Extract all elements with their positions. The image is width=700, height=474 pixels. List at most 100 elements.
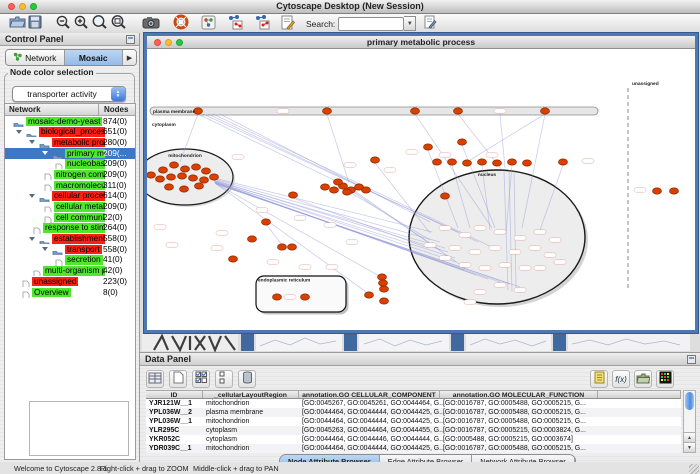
graph-node[interactable] bbox=[210, 174, 219, 180]
graph-node[interactable] bbox=[334, 179, 343, 185]
graph-node[interactable] bbox=[670, 188, 679, 194]
tree-row[interactable]: secretion41(0) bbox=[5, 255, 135, 266]
table-cell[interactable]: [GO:0016787, GO:0005488, GO:0005215, G..… bbox=[440, 408, 623, 417]
open-session-button[interactable] bbox=[8, 15, 27, 32]
graph-node[interactable] bbox=[380, 286, 389, 292]
graph-node[interactable] bbox=[454, 108, 463, 114]
notes-button[interactable] bbox=[590, 370, 608, 388]
network-view-titlebar[interactable]: primary metabolic process bbox=[147, 36, 695, 49]
graph-node[interactable] bbox=[195, 183, 204, 189]
table-scrollbar[interactable]: ▲ ▼ bbox=[683, 390, 696, 453]
table-cell[interactable]: [GO:0016787, GO:0005215, GO:0003824, G..… bbox=[440, 426, 623, 435]
graph-node[interactable] bbox=[289, 192, 298, 198]
graph-node[interactable] bbox=[189, 175, 198, 181]
tree-row[interactable]: transport558(0) bbox=[5, 244, 135, 255]
table-column-header[interactable]: _cellularLayoutRegion bbox=[203, 390, 299, 399]
graph-node[interactable] bbox=[371, 157, 380, 163]
tree-row[interactable]: macromolecule311(0) bbox=[5, 180, 135, 191]
new-attribute-button[interactable] bbox=[169, 370, 187, 388]
delete-attribute-button[interactable] bbox=[238, 370, 256, 388]
import-attributes-button[interactable] bbox=[252, 15, 271, 32]
table-cell[interactable]: cytoplasm bbox=[203, 426, 299, 435]
graph-node[interactable] bbox=[448, 159, 457, 165]
graph-node[interactable] bbox=[262, 219, 271, 225]
scrollbar-thumb[interactable] bbox=[685, 392, 694, 410]
tree-row[interactable]: establishment of lo558(0) bbox=[5, 234, 135, 245]
table-row[interactable]: YLR295Ccytoplasm[GO:0045263, GO:0044464,… bbox=[146, 426, 681, 435]
graph-node[interactable] bbox=[180, 186, 189, 192]
tree-row[interactable]: biological_process651(0) bbox=[5, 127, 135, 138]
snapshot-button[interactable] bbox=[141, 15, 161, 32]
table-row[interactable]: YPL036W__1mitochondrion[GO:0044464, GO:0… bbox=[146, 417, 681, 426]
graph-node[interactable] bbox=[463, 160, 472, 166]
import-network-button[interactable] bbox=[225, 15, 244, 32]
table-column-header[interactable] bbox=[598, 390, 681, 399]
graph-node[interactable] bbox=[653, 188, 662, 194]
heatmap-button[interactable] bbox=[656, 370, 674, 388]
graph-node[interactable] bbox=[248, 236, 257, 242]
window-titlebar[interactable]: Cytoscape Desktop (New Session) bbox=[0, 0, 700, 14]
search-input[interactable] bbox=[338, 17, 404, 31]
zoom-fit-button[interactable] bbox=[109, 15, 128, 32]
expand-arrow-icon[interactable] bbox=[29, 194, 35, 198]
graph-node[interactable] bbox=[165, 184, 174, 190]
table-cell[interactable]: YJR121W__1 bbox=[146, 399, 203, 408]
graph-node[interactable] bbox=[365, 292, 374, 298]
graph-node[interactable] bbox=[192, 164, 201, 170]
tree-row[interactable]: response to stimul264(0) bbox=[5, 223, 135, 234]
node-color-dropdown[interactable]: transporter activity ▲▼ bbox=[12, 86, 126, 102]
tree-row[interactable]: cellular process614(0) bbox=[5, 191, 135, 202]
graph-node[interactable] bbox=[379, 280, 388, 286]
graph-node[interactable] bbox=[178, 173, 187, 179]
table-cell[interactable]: YKR052C bbox=[146, 435, 203, 444]
graph-node[interactable] bbox=[278, 244, 287, 250]
scroll-up-button[interactable]: ▲ bbox=[684, 432, 695, 442]
table-cell[interactable]: plasma membrane bbox=[203, 408, 299, 417]
graph-node[interactable] bbox=[301, 294, 310, 300]
select-attributes-button[interactable] bbox=[192, 370, 210, 388]
float-data-panel-icon[interactable] bbox=[687, 355, 696, 364]
graph-node[interactable] bbox=[343, 189, 352, 195]
zoom-in-button[interactable] bbox=[72, 15, 90, 32]
graph-node[interactable] bbox=[523, 160, 532, 166]
graph-node[interactable] bbox=[378, 274, 387, 280]
resize-grip[interactable] bbox=[689, 464, 699, 474]
tree-row[interactable]: cellular metabol209(0) bbox=[5, 202, 135, 213]
vizmapper-button[interactable] bbox=[200, 15, 217, 32]
tab-mosaic[interactable]: Mosaic bbox=[65, 50, 124, 65]
table-cell[interactable]: cytoplasm bbox=[203, 435, 299, 444]
tree-row[interactable]: primary metabo209(... bbox=[5, 148, 135, 159]
tab-overflow-arrow[interactable]: ▶ bbox=[123, 50, 136, 65]
table-row[interactable]: YPL036W__2plasma membrane[GO:0044464, GO… bbox=[146, 408, 681, 417]
search-options-button[interactable] bbox=[422, 15, 438, 32]
graph-node[interactable] bbox=[424, 144, 433, 150]
graph-node[interactable] bbox=[508, 159, 517, 165]
table-cell[interactable]: YPL036W__1 bbox=[146, 417, 203, 426]
graph-node[interactable] bbox=[559, 159, 568, 165]
tab-network[interactable]: Network bbox=[6, 50, 65, 65]
zoom-selected-button[interactable] bbox=[90, 15, 109, 32]
table-row[interactable]: YJR121W__1mitochondrion[GO:0045267, GO:0… bbox=[146, 399, 681, 408]
table-cell[interactable]: mitochondrion bbox=[203, 417, 299, 426]
graph-node[interactable] bbox=[202, 168, 211, 174]
expand-arrow-icon[interactable] bbox=[29, 237, 35, 241]
graph-node[interactable] bbox=[200, 177, 209, 183]
graph-node[interactable] bbox=[167, 174, 176, 180]
graph-node[interactable] bbox=[493, 160, 502, 166]
table-column-header[interactable]: annotation.GO MOLECULAR_FUNCTION bbox=[440, 390, 598, 399]
graph-node[interactable] bbox=[478, 159, 487, 165]
graph-node[interactable] bbox=[156, 176, 165, 182]
graph-node[interactable] bbox=[159, 167, 168, 173]
import-attribute-file-button[interactable] bbox=[634, 370, 652, 388]
tree-col-network[interactable]: Network bbox=[5, 104, 99, 115]
table-column-header[interactable]: annotation.GO CELLULAR_COMPONENT bbox=[299, 390, 440, 399]
graph-node[interactable] bbox=[433, 159, 442, 165]
expand-arrow-icon[interactable] bbox=[29, 140, 35, 144]
graph-node[interactable] bbox=[458, 139, 467, 145]
tree-row[interactable]: multi-organism pro42(0) bbox=[5, 266, 135, 277]
tree-row[interactable]: nitrogen compo209(0) bbox=[5, 169, 135, 180]
table-cell[interactable]: [GO:0005488, GO:0005215, GO:0003674] bbox=[440, 435, 623, 444]
background-window-edge[interactable] bbox=[553, 334, 566, 351]
background-window-edge[interactable] bbox=[451, 334, 464, 351]
expand-arrow-icon[interactable] bbox=[42, 151, 48, 155]
